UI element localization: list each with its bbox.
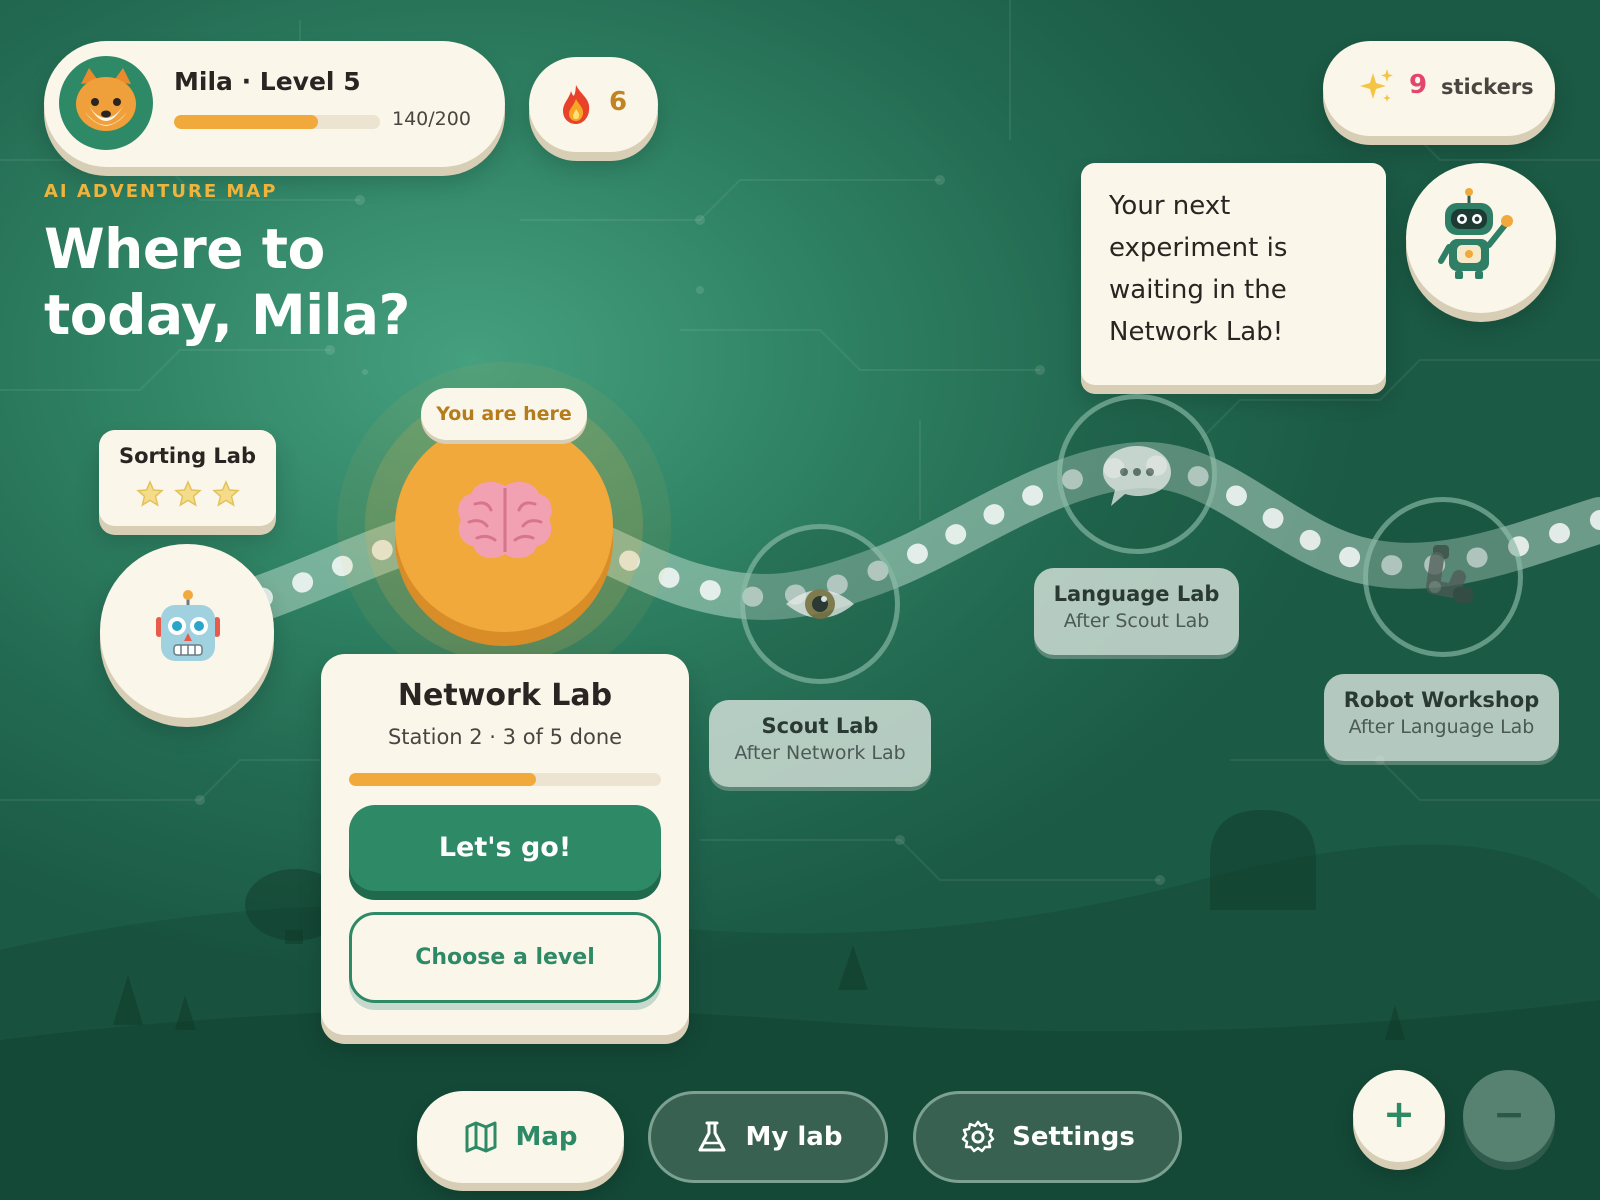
scout-lab-unlock: After Network Lab <box>734 742 906 764</box>
lab-title: Network Lab <box>397 678 613 713</box>
sticker-label: stickers <box>1441 75 1534 99</box>
sticker-count: 9 <box>1409 70 1428 100</box>
nav-settings-button[interactable]: Settings <box>913 1091 1182 1183</box>
lab-progress-text: Station 2 · 3 of 5 done <box>387 725 623 749</box>
network-lab-node[interactable] <box>395 420 613 632</box>
lets-go-button[interactable]: Let's go! <box>349 805 661 891</box>
you-are-here-tag: You are here <box>421 388 587 440</box>
flask-icon <box>698 1121 726 1152</box>
language-lab-unlock: After Scout Lab <box>1063 610 1210 632</box>
star-icon <box>136 480 164 507</box>
flame-icon <box>563 85 590 124</box>
sorting-lab-node[interactable] <box>100 544 274 718</box>
nav-my-lab-button[interactable]: My lab <box>648 1091 888 1183</box>
nav-map-button[interactable]: Map <box>417 1091 624 1183</box>
map-eyebrow: AI ADVENTURE MAP <box>44 181 278 202</box>
xp-progress-fill <box>174 115 319 129</box>
robot-workshop-label: Robot Workshop After Language Lab <box>1324 674 1559 761</box>
guide-speech-bubble: Your next experiment is waiting in the N… <box>1081 163 1386 385</box>
scout-lab-title: Scout Lab <box>761 714 879 738</box>
lab-progress-fill <box>349 773 537 786</box>
robot-workshop-title: Robot Workshop <box>1343 688 1540 712</box>
robot-face-icon <box>156 590 220 661</box>
star-icon <box>174 480 202 507</box>
choose-level-button[interactable]: Choose a level <box>349 912 661 1003</box>
gear-icon <box>961 1120 995 1153</box>
fox-icon <box>76 68 136 131</box>
robot-workshop-unlock: After Language Lab <box>1348 716 1535 738</box>
profile-card[interactable]: Mila · Level 5 140/200 <box>44 41 505 167</box>
player-name-level: Mila · Level 5 <box>174 67 361 96</box>
zoom-in-button[interactable]: + <box>1353 1070 1445 1162</box>
page-title: Where to today, Mila? <box>44 217 410 347</box>
star-icon <box>212 480 240 507</box>
sparkles-icon <box>1360 69 1393 102</box>
speech-bubble-icon <box>1103 446 1171 506</box>
nav-map-label: Map <box>515 1122 578 1152</box>
mechanical-arm-icon <box>1426 545 1473 603</box>
sorting-lab-label: Sorting Lab <box>99 430 276 526</box>
streak-badge[interactable]: 6 <box>529 57 658 152</box>
language-lab-title: Language Lab <box>1053 582 1220 606</box>
nav-settings-label: Settings <box>1012 1122 1135 1152</box>
language-lab-label: Language Lab After Scout Lab <box>1034 568 1239 655</box>
network-lab-panel: Network Lab Station 2 · 3 of 5 done Let'… <box>321 654 689 1035</box>
xp-progress-bar <box>174 115 380 129</box>
scout-lab-label: Scout Lab After Network Lab <box>709 700 931 787</box>
language-lab-node[interactable] <box>1057 394 1217 554</box>
robot-waving-icon <box>1438 188 1513 279</box>
brain-icon <box>458 481 552 559</box>
eye-icon <box>786 589 854 619</box>
guide-message: Your next experiment is waiting in the N… <box>1109 191 1288 347</box>
avatar <box>59 56 153 150</box>
guide-robot[interactable] <box>1406 163 1556 313</box>
zoom-out-button[interactable]: − <box>1463 1070 1555 1162</box>
robot-workshop-node[interactable] <box>1363 497 1523 657</box>
star-rating <box>135 479 241 509</box>
lab-progress-bar <box>349 773 661 786</box>
sorting-lab-title: Sorting Lab <box>118 444 257 468</box>
nav-my-lab-label: My lab <box>745 1122 843 1152</box>
streak-count: 6 <box>609 87 628 117</box>
map-icon <box>465 1121 497 1153</box>
xp-text: 140/200 <box>392 108 471 130</box>
scout-lab-node[interactable] <box>740 524 900 684</box>
stickers-badge[interactable]: 9 stickers <box>1323 41 1555 136</box>
